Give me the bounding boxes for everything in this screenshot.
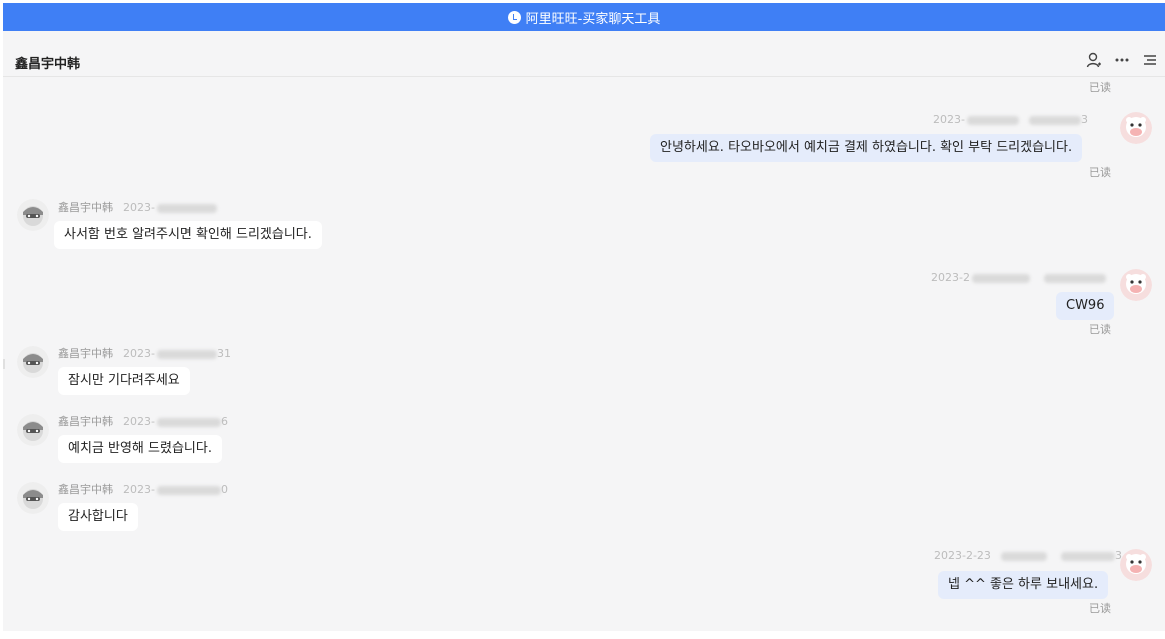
blurred-time (966, 115, 1019, 125)
message-meta: 鑫昌宇中韩 2023- 6 (58, 415, 228, 428)
scroll-edge (3, 359, 5, 369)
menu-lines-icon[interactable] (1141, 51, 1159, 69)
person-icon[interactable] (1085, 51, 1103, 69)
sender-name: 鑫昌宇中韩 (58, 347, 113, 360)
message-bubble[interactable]: 예치금 반영해 드렸습니다. (58, 435, 222, 463)
message-bubble[interactable]: 감사합니다 (58, 503, 138, 531)
avatar[interactable] (17, 346, 49, 378)
header-actions (1085, 51, 1159, 69)
blurred-name (1060, 551, 1115, 561)
message-timestamp: 2023-2 (931, 271, 1106, 284)
avatar[interactable] (1120, 269, 1152, 301)
read-status: 已读 (1089, 166, 1111, 179)
message-timestamp: 2023- 3 (933, 113, 1088, 126)
message-meta: 鑫昌宇中韩 2023- 31 (58, 347, 231, 360)
more-dots-icon[interactable] (1113, 51, 1131, 69)
read-status: 已读 (1089, 602, 1111, 615)
read-status: 已读 (1089, 323, 1111, 336)
message-bubble[interactable]: CW96 (1056, 292, 1115, 320)
sender-name: 鑫昌宇中韩 (58, 201, 113, 214)
blurred-time (156, 485, 221, 495)
window-title: 阿里旺旺-买家聊天工具 (525, 11, 661, 27)
chat-panel: 鑫昌宇中韩 已读 2023- 3 안녕하세요. 타오바오에서 예치금 결제 하였습… (3, 31, 1165, 631)
message-bubble[interactable]: 안녕하세요. 타오바오에서 예치금 결제 하였습니다. 확인 부탁 드리겠습니다… (650, 134, 1083, 162)
message-meta: 鑫昌宇中韩 2023- 0 (58, 483, 228, 496)
message-bubble[interactable]: 사서함 번호 알려주시면 확인해 드리겠습니다. (54, 221, 322, 249)
chat-header: 鑫昌宇中韩 (3, 31, 1165, 77)
wangwang-logo-icon (507, 10, 521, 24)
avatar[interactable] (1120, 112, 1152, 144)
read-status: 已读 (1089, 81, 1111, 94)
blurred-time (156, 349, 217, 359)
message-bubble[interactable]: 잠시만 기다려주세요 (58, 367, 190, 395)
blurred-time (156, 203, 217, 213)
blurred-time (1000, 551, 1047, 561)
blurred-time (971, 273, 1030, 283)
avatar[interactable] (17, 414, 49, 446)
avatar[interactable] (1120, 549, 1152, 581)
message-timestamp: 2023-2-23 3 (934, 549, 1122, 562)
message-bubble[interactable]: 넵 ^^ 좋은 하루 보내세요. (938, 571, 1109, 599)
contact-name: 鑫昌宇中韩 (15, 57, 81, 72)
avatar[interactable] (17, 482, 49, 514)
blurred-name (1043, 273, 1106, 283)
sender-name: 鑫昌宇中韩 (58, 415, 113, 428)
avatar[interactable] (17, 199, 49, 231)
blurred-time (156, 417, 221, 427)
window-titlebar: 阿里旺旺-买家聊天工具 (3, 3, 1165, 31)
message-meta: 鑫昌宇中韩 2023- (58, 199, 217, 215)
sender-name: 鑫昌宇中韩 (58, 483, 113, 496)
blurred-name (1028, 115, 1081, 125)
